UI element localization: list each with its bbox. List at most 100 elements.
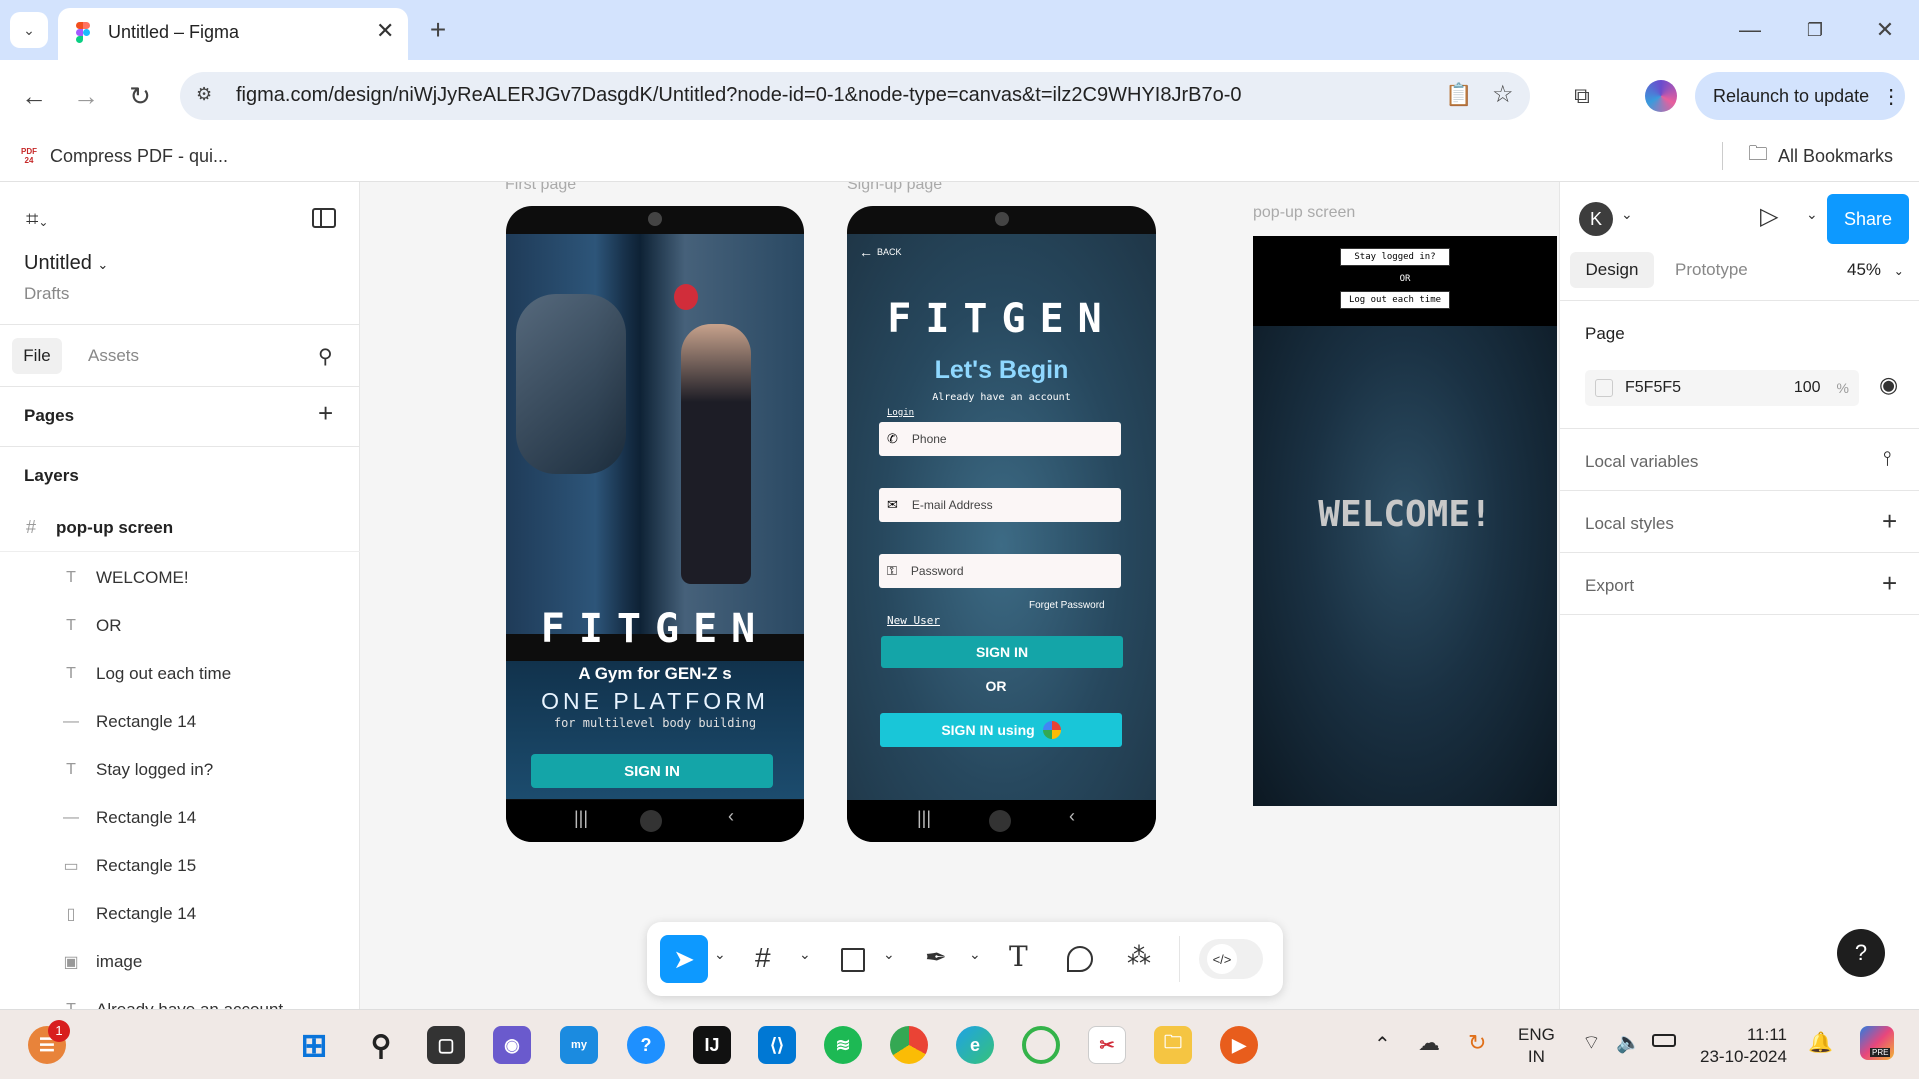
- file-name[interactable]: Untitled ⌄: [24, 252, 108, 275]
- popup-screen-frame[interactable]: Stay logged in? OR Log out each time WEL…: [1253, 236, 1557, 806]
- language-indicator[interactable]: ENG IN: [1518, 1024, 1555, 1068]
- layer-frame[interactable]: # pop-up screen: [0, 504, 360, 552]
- sync-icon[interactable]: ↻: [1468, 1030, 1486, 1056]
- signup-page-frame[interactable]: ← BACK FITGEN Let's Begin Already have a…: [847, 206, 1156, 842]
- tab-file[interactable]: File: [12, 338, 62, 374]
- actions-tool-icon[interactable]: ⁂: [1127, 942, 1151, 971]
- meet-icon[interactable]: ◉: [493, 1026, 531, 1064]
- clipboard-icon[interactable]: 📋: [1445, 82, 1472, 108]
- file-explorer-icon[interactable]: 🗀: [1154, 1026, 1192, 1064]
- extensions-icon[interactable]: ⧉: [1562, 76, 1602, 116]
- page-color-field[interactable]: F5F5F5 100 %: [1585, 370, 1859, 406]
- layer-item[interactable]: T WELCOME!: [0, 554, 360, 602]
- profile-avatar[interactable]: [1645, 80, 1677, 112]
- zoom-level[interactable]: 45% ⌄: [1847, 260, 1904, 280]
- wifi-icon[interactable]: ⌔: [1582, 1030, 1601, 1055]
- start-icon[interactable]: ⊞: [295, 1026, 333, 1064]
- back-icon[interactable]: ←: [14, 76, 54, 116]
- rectangle-tool-icon[interactable]: [841, 948, 865, 972]
- tab-assets[interactable]: Assets: [88, 346, 139, 366]
- new-tab-icon[interactable]: +: [420, 12, 456, 48]
- bookmark-compress-pdf[interactable]: PDF 24 Compress PDF - qui...: [18, 140, 228, 172]
- snipping-tool-icon[interactable]: ✂: [1088, 1026, 1126, 1064]
- phone-field[interactable]: ✆ Phone: [879, 422, 1121, 456]
- visibility-eye-icon[interactable]: ◉: [1879, 372, 1898, 398]
- close-window-icon[interactable]: ✕: [1865, 10, 1905, 50]
- browser-tab[interactable]: Untitled – Figma ✕: [58, 8, 408, 60]
- layer-item[interactable]: T Stay logged in?: [0, 746, 360, 794]
- page-color-swatch[interactable]: [1595, 379, 1613, 397]
- new-user-link[interactable]: New User: [887, 614, 940, 627]
- clock[interactable]: 11:11 23-10-2024: [1700, 1024, 1787, 1068]
- frame-tool-icon[interactable]: #: [755, 942, 771, 974]
- help-app-icon[interactable]: ?: [627, 1026, 665, 1064]
- signup-signin-button[interactable]: SIGN IN: [881, 636, 1123, 668]
- edge-icon[interactable]: e: [956, 1026, 994, 1064]
- chevron-down-icon[interactable]: ⌄: [969, 946, 981, 963]
- panel-toggle-icon[interactable]: [312, 208, 336, 228]
- chevron-down-icon[interactable]: ⌄: [799, 946, 811, 963]
- local-styles-label[interactable]: Local styles: [1585, 514, 1674, 534]
- circle-app-icon[interactable]: [1022, 1026, 1060, 1064]
- copilot-icon[interactable]: PRE: [1860, 1026, 1894, 1060]
- tab-prototype[interactable]: Prototype: [1675, 260, 1748, 280]
- media-player-icon[interactable]: ▶: [1220, 1026, 1258, 1064]
- layer-item[interactable]: T OR: [0, 602, 360, 650]
- relaunch-button[interactable]: Relaunch to update ⋮: [1695, 72, 1905, 120]
- local-variables-label[interactable]: Local variables: [1585, 452, 1698, 472]
- layer-item[interactable]: ▯ Rectangle 14: [0, 890, 360, 938]
- chevron-down-icon[interactable]: ⌄: [1621, 206, 1633, 223]
- chevron-down-icon[interactable]: ⌄: [714, 946, 726, 963]
- intellij-icon[interactable]: IJ: [693, 1026, 731, 1064]
- volume-icon[interactable]: 🔈: [1616, 1030, 1641, 1055]
- task-view-icon[interactable]: ▢: [427, 1026, 465, 1064]
- layer-item[interactable]: T Log out each time: [0, 650, 360, 698]
- variables-settings-icon[interactable]: ⫯: [1883, 448, 1892, 471]
- close-tab-icon[interactable]: ✕: [376, 18, 394, 44]
- frame-label-first[interactable]: First page: [505, 182, 576, 194]
- dev-mode-toggle[interactable]: </>: [1199, 939, 1263, 979]
- battery-icon[interactable]: [1652, 1034, 1676, 1047]
- restore-icon[interactable]: ❐: [1795, 10, 1835, 50]
- logout-each-time-box[interactable]: Log out each time: [1340, 291, 1450, 309]
- myhp-icon[interactable]: my: [560, 1026, 598, 1064]
- search-icon[interactable]: ⚲: [318, 344, 333, 369]
- figma-menu-icon[interactable]: ⌗⌄: [26, 206, 48, 232]
- google-signin-button[interactable]: SIGN IN using: [880, 713, 1122, 747]
- frame-label-signup[interactable]: Sign-up page: [847, 182, 942, 194]
- page-opacity-value[interactable]: 100: [1794, 379, 1821, 397]
- layer-item[interactable]: — Rectangle 14: [0, 794, 360, 842]
- show-hidden-icons[interactable]: ⌃: [1374, 1032, 1391, 1057]
- forward-icon[interactable]: →: [66, 76, 106, 116]
- frame-label-popup[interactable]: pop-up screen: [1253, 204, 1355, 222]
- first-page-frame[interactable]: FITGEN A Gym for GEN-Z s ONE PLATFORM fo…: [506, 206, 804, 842]
- tab-design[interactable]: Design: [1570, 252, 1654, 288]
- stay-logged-in-box[interactable]: Stay logged in?: [1340, 248, 1450, 266]
- onedrive-icon[interactable]: ☁: [1418, 1030, 1440, 1056]
- forget-password-link[interactable]: Forget Password: [1029, 600, 1105, 611]
- text-tool-icon[interactable]: T: [1009, 940, 1028, 973]
- back-link[interactable]: ← BACK: [859, 244, 902, 260]
- reload-icon[interactable]: ↻: [120, 76, 160, 116]
- comment-tool-icon[interactable]: [1067, 946, 1093, 972]
- tab-search-icon[interactable]: ⌄: [10, 12, 48, 48]
- add-export-icon[interactable]: +: [1882, 568, 1897, 599]
- chevron-down-icon[interactable]: ⌄: [1806, 206, 1818, 223]
- share-button[interactable]: Share: [1827, 194, 1909, 244]
- chevron-down-icon[interactable]: ⌄: [883, 946, 895, 963]
- export-label[interactable]: Export: [1585, 576, 1634, 596]
- search-taskbar-icon[interactable]: ⚲: [362, 1026, 400, 1064]
- email-field[interactable]: ✉ E-mail Address: [879, 488, 1121, 522]
- notification-bell-icon[interactable]: 🔔: [1808, 1030, 1833, 1055]
- layer-item[interactable]: — Rectangle 14: [0, 698, 360, 746]
- user-avatar[interactable]: K: [1579, 202, 1613, 236]
- all-bookmarks-button[interactable]: 🗀 All Bookmarks: [1748, 140, 1893, 172]
- add-style-icon[interactable]: +: [1882, 506, 1897, 537]
- layer-item[interactable]: ▣ image: [0, 938, 360, 986]
- minimize-icon[interactable]: —: [1730, 10, 1770, 50]
- password-field[interactable]: ⚿ Password: [879, 554, 1121, 588]
- address-bar[interactable]: ⚙ figma.com/design/niWjJyReALERJGv7Dasgd…: [180, 72, 1530, 120]
- help-button[interactable]: ?: [1837, 929, 1885, 977]
- bookmark-star-icon[interactable]: ☆: [1492, 80, 1514, 109]
- move-tool-button[interactable]: ➤: [660, 935, 708, 983]
